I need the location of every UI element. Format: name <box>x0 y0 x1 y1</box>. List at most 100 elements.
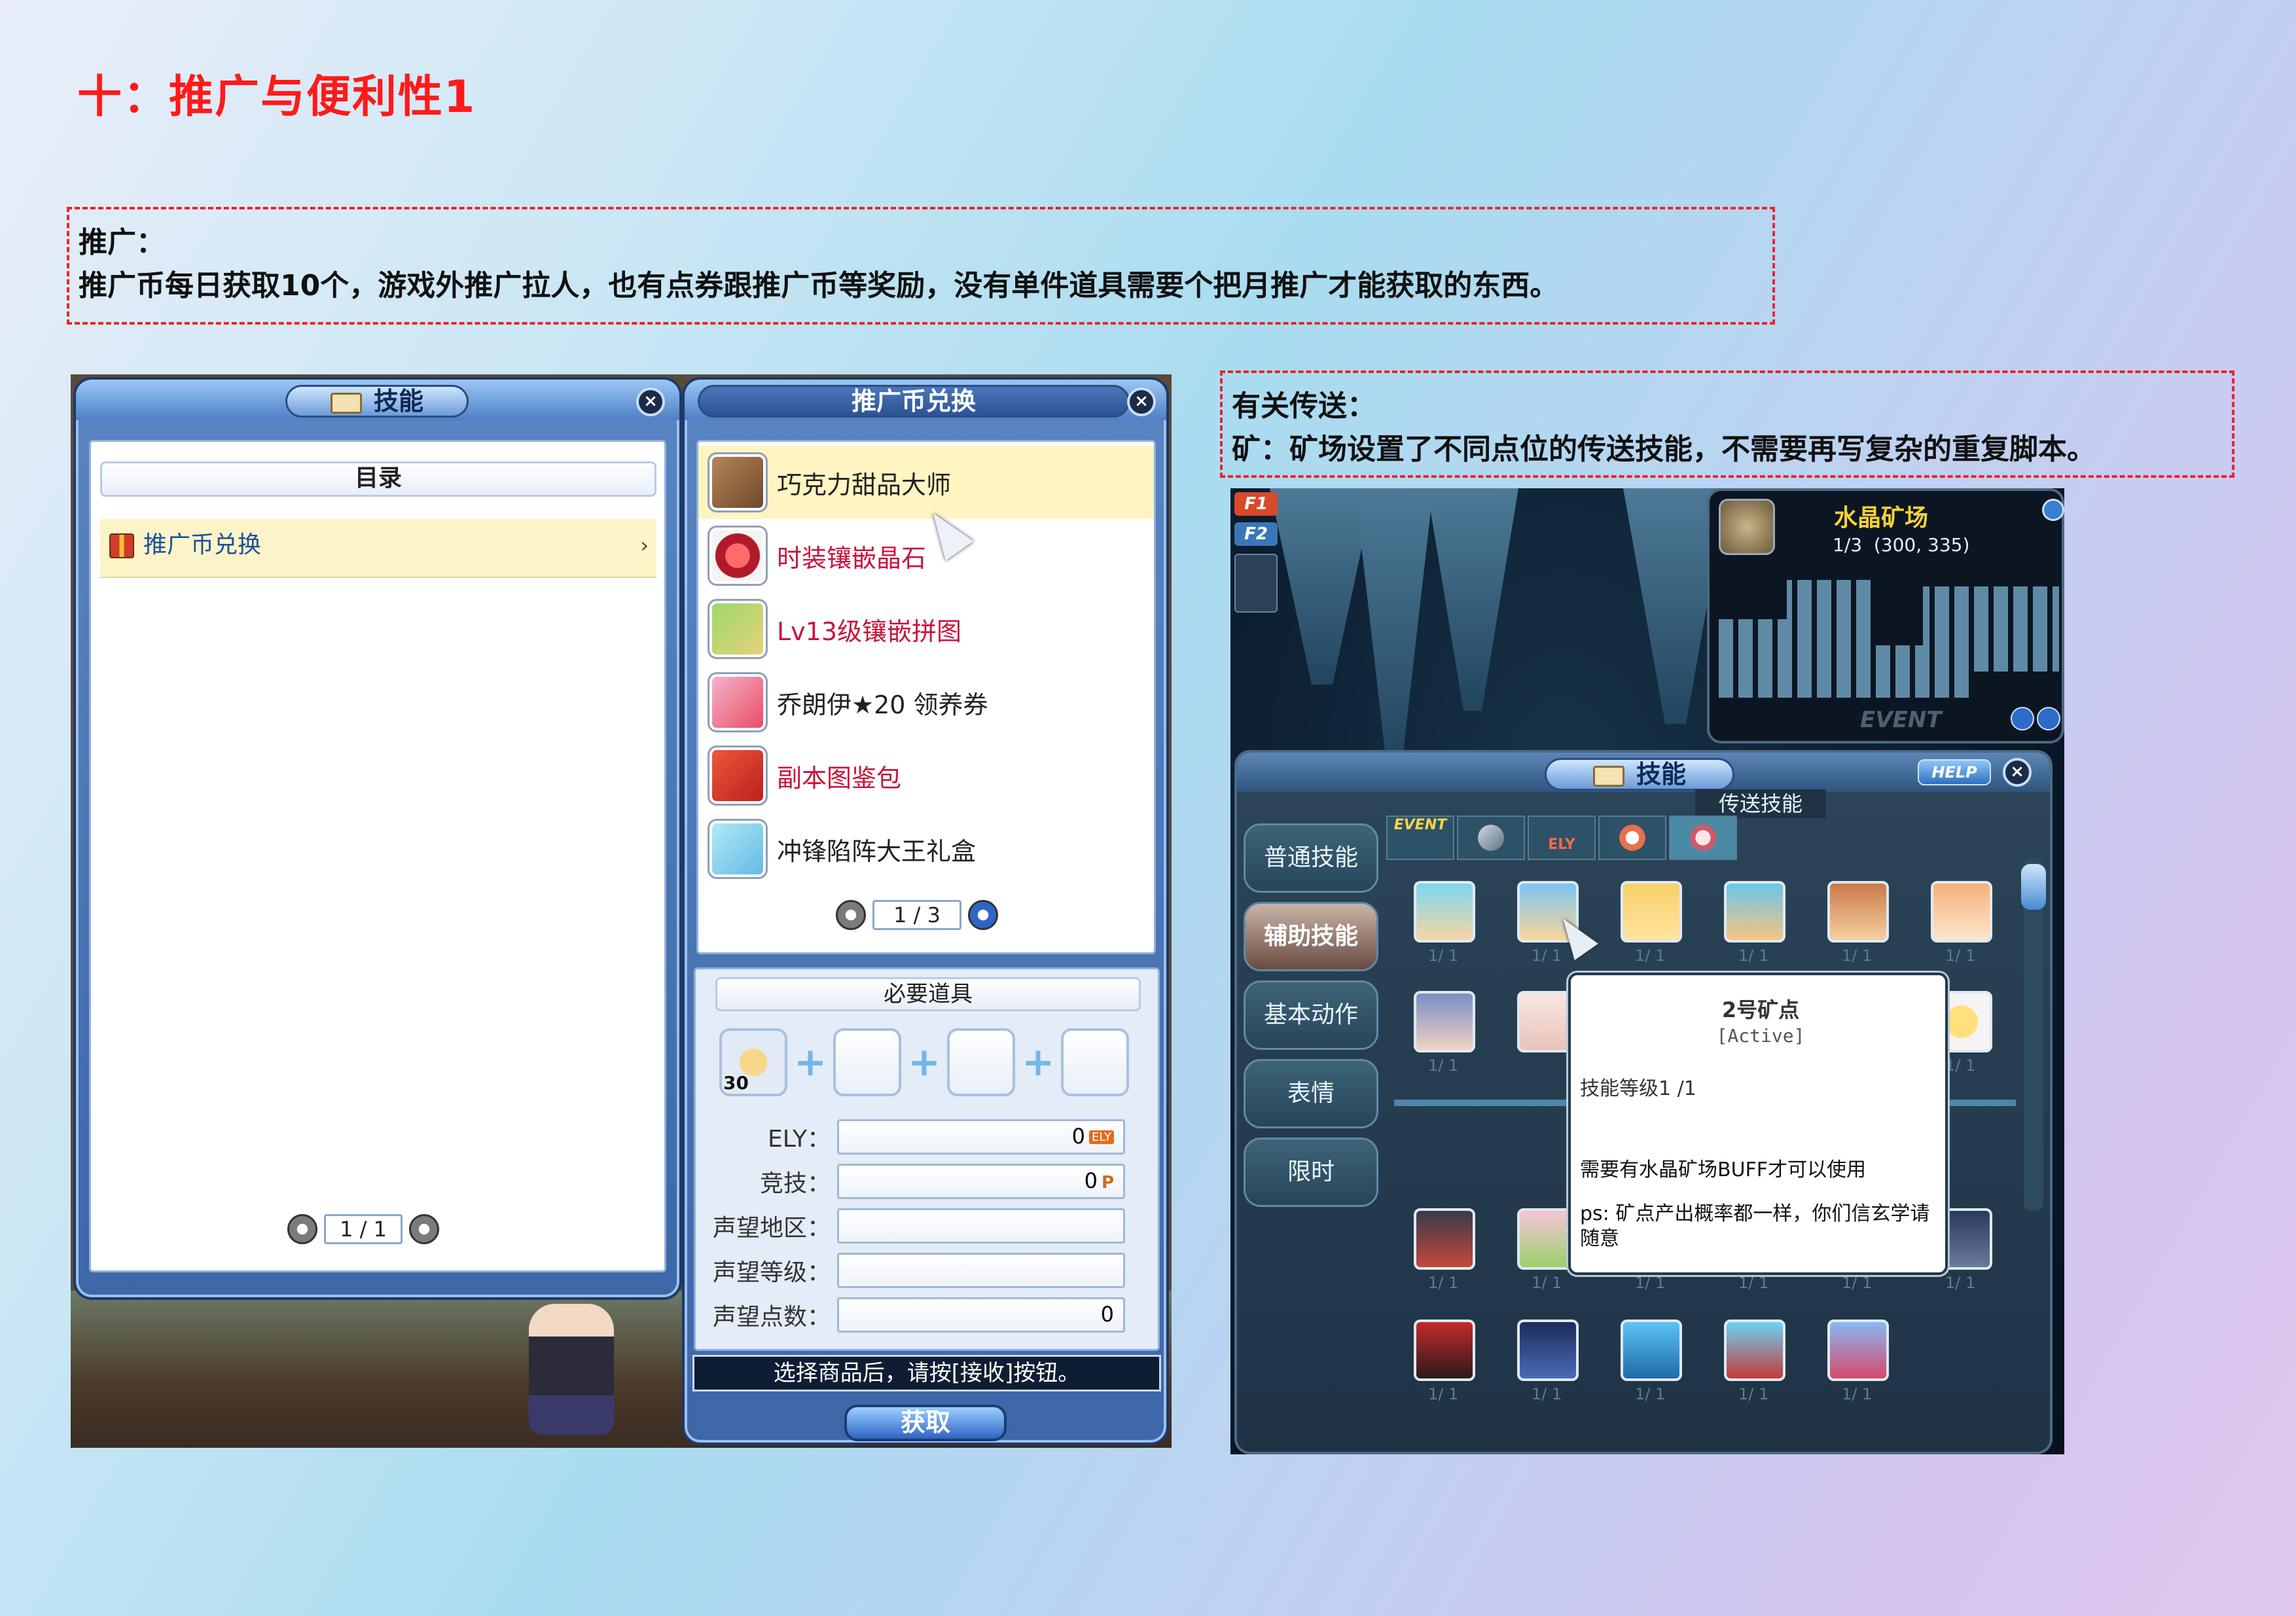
zoom-control[interactable] <box>1234 554 1278 613</box>
required-item-slot[interactable]: 30 <box>719 1028 787 1096</box>
skill-icon[interactable] <box>1621 1320 1682 1381</box>
game-skill-window-title: 技能 <box>1545 758 1734 791</box>
skill-icon[interactable] <box>1827 1320 1889 1381</box>
field-row-ely: ELY： 0 ELY <box>700 1115 1151 1159</box>
top-tab-pick[interactable] <box>1457 816 1525 860</box>
skill-level: 1/ 1 <box>1738 1274 1769 1292</box>
pet-coupon-icon <box>708 672 768 732</box>
pager-prev-button[interactable] <box>836 900 866 930</box>
promo-note: 推广： 推广币每日获取10个，游戏外推广拉人，也有点券跟推广币等奖励，没有单件道… <box>67 207 1775 325</box>
required-item-slot[interactable] <box>947 1028 1015 1096</box>
game-screenshot: F1 F2 水晶矿场 1/3 (300, 335) EVENT 技能 HELP … <box>1230 488 2064 1454</box>
channel-f2-button[interactable]: F2 <box>1234 522 1278 546</box>
minimap-close-button[interactable] <box>2042 499 2064 521</box>
pickaxe-icon <box>1478 825 1504 851</box>
category-pager: 1 / 1 <box>287 1214 439 1244</box>
side-tab-limited[interactable]: 限时 <box>1244 1138 1378 1207</box>
skill-window-title: 技能 <box>285 385 469 418</box>
minimap-w-button[interactable] <box>2011 707 2034 730</box>
skill-level: 1/ 1 <box>1428 1056 1459 1075</box>
scrollbar-thumb[interactable] <box>2021 864 2046 910</box>
skill-icon[interactable] <box>1414 1320 1475 1381</box>
tooltip-title: 2号矿点 <box>1721 997 1800 1022</box>
skill-icon[interactable] <box>1414 1208 1475 1270</box>
side-tab-basic-actions[interactable]: 基本动作 <box>1244 980 1378 1050</box>
skill-level: 1/ 1 <box>1532 1274 1562 1292</box>
pager-next-button[interactable] <box>968 900 998 930</box>
minimap: 水晶矿场 1/3 (300, 335) EVENT <box>1707 488 2064 744</box>
exchange-window-close-button[interactable]: × <box>1127 387 1156 416</box>
minimap-title: 水晶矿场 <box>1834 505 1929 531</box>
character-sprite <box>529 1304 614 1435</box>
top-tab-ely[interactable]: ELY <box>1528 816 1596 860</box>
plus-icon: + <box>793 1039 827 1085</box>
skill-level: 1/ 1 <box>1635 946 1666 965</box>
promo-note-text: 推广币每日获取10个，游戏外推广拉人，也有点券跟推广币等奖励，没有单件道具需要个… <box>79 269 1559 302</box>
pager-prev-button[interactable] <box>287 1214 317 1244</box>
scrollbar[interactable] <box>2024 857 2043 1211</box>
field-value: 0 <box>837 1297 1125 1333</box>
category-header: 目录 <box>100 461 656 497</box>
exchange-item-row[interactable]: 冲锋陷阵大王礼盒 <box>698 812 1154 886</box>
skill-icon[interactable] <box>1724 881 1785 943</box>
tooltip-level: 技能等级1 /1 <box>1580 1077 1696 1100</box>
skill-icon[interactable] <box>1827 881 1889 943</box>
top-tab-event[interactable]: EVENT <box>1386 816 1454 860</box>
skill-level: 1/ 1 <box>1428 1274 1459 1292</box>
side-tab-support-skills[interactable]: 辅助技能 <box>1244 902 1378 971</box>
skill-level: 1/ 1 <box>1738 946 1769 965</box>
skill-level: 1/ 1 <box>1945 946 1976 965</box>
skill-level: 1/ 1 <box>1945 1274 1976 1292</box>
help-button[interactable]: HELP <box>1918 759 1991 785</box>
exchange-item-row[interactable]: 巧克力甜品大师 <box>698 446 1154 519</box>
exchange-item-row[interactable]: Lv13级镶嵌拼图 <box>698 592 1154 666</box>
skill-level: 1/ 1 <box>1738 1385 1769 1403</box>
required-items-header: 必要道具 <box>715 977 1141 1011</box>
skill-icon[interactable] <box>1414 881 1475 943</box>
side-tab-emotes[interactable]: 表情 <box>1244 1059 1378 1128</box>
field-label: ELY： <box>767 1126 831 1153</box>
get-button[interactable]: 获取 <box>844 1405 1007 1441</box>
skill-tooltip: 2号矿点 [Active] 技能等级1 /1 需要有水晶矿场BUFF才可以使用 … <box>1568 973 1948 1275</box>
field-label: 声望等级： <box>712 1259 831 1286</box>
pager-next-button[interactable] <box>409 1214 439 1244</box>
required-item-slot[interactable] <box>833 1028 901 1096</box>
exchange-item-row[interactable]: 乔朗伊★20 领养券 <box>698 666 1154 739</box>
minimap-coords: 1/3 (300, 335) <box>1833 534 1970 556</box>
exchange-item-row[interactable]: 副本图鉴包 <box>698 739 1154 812</box>
skill-icon[interactable] <box>1517 1320 1579 1381</box>
skill-icon[interactable] <box>1724 1320 1785 1381</box>
field-row-rep-region: 声望地区： <box>700 1204 1151 1248</box>
side-tab-normal-skills[interactable]: 普通技能 <box>1244 823 1378 893</box>
teleport-icon <box>1690 825 1716 851</box>
minimap-m-button[interactable] <box>2037 707 2060 730</box>
field-value: 0P <box>837 1164 1125 1199</box>
skill-level: 1/ 1 <box>1842 1385 1873 1403</box>
minimap-map <box>1719 580 2059 698</box>
top-tab-teleport[interactable] <box>1669 816 1737 860</box>
skill-icon[interactable] <box>1931 881 1992 943</box>
required-item-slot[interactable] <box>1061 1028 1129 1096</box>
skill-category-panel: 目录 推广币兑换 › 1 / 1 <box>89 440 666 1272</box>
skill-level: 1/ 1 <box>1635 1274 1666 1292</box>
tooltip-subtitle: [Active] <box>1716 1025 1805 1047</box>
cave-stalactite <box>1355 488 1433 763</box>
skill-icon[interactable] <box>1414 991 1475 1052</box>
skill-icon[interactable] <box>1621 881 1682 943</box>
required-items-panel: 必要道具 30 + + + ELY： 0 ELY 竞技： 0P 声望地区： 声望… <box>694 967 1160 1351</box>
field-label: 竞技： <box>759 1170 831 1197</box>
chevron-right-icon: › <box>640 533 649 558</box>
top-tab-clock[interactable] <box>1598 816 1666 860</box>
gift-box-icon <box>708 819 768 879</box>
field-row-rep-points: 声望点数： 0 <box>700 1293 1151 1337</box>
skill-level: 1/ 1 <box>1635 1385 1666 1403</box>
teleport-note-text: 矿：矿场设置了不同点位的传送技能，不需要再写复杂的重复脚本。 <box>1232 433 2096 466</box>
exchange-item-name: 冲锋陷阵大王礼盒 <box>777 836 977 866</box>
game-skill-window-close-button[interactable]: × <box>2003 758 2032 787</box>
skill-window-close-button[interactable]: × <box>636 387 665 416</box>
channel-f1-button[interactable]: F1 <box>1234 492 1278 516</box>
pager-display: 1 / 3 <box>872 900 961 930</box>
field-label: 声望地区： <box>712 1215 831 1242</box>
exchange-hint: 选择商品后，请按[接收]按钮。 <box>692 1355 1161 1392</box>
category-item-promo-exchange[interactable]: 推广币兑换 › <box>100 519 656 578</box>
